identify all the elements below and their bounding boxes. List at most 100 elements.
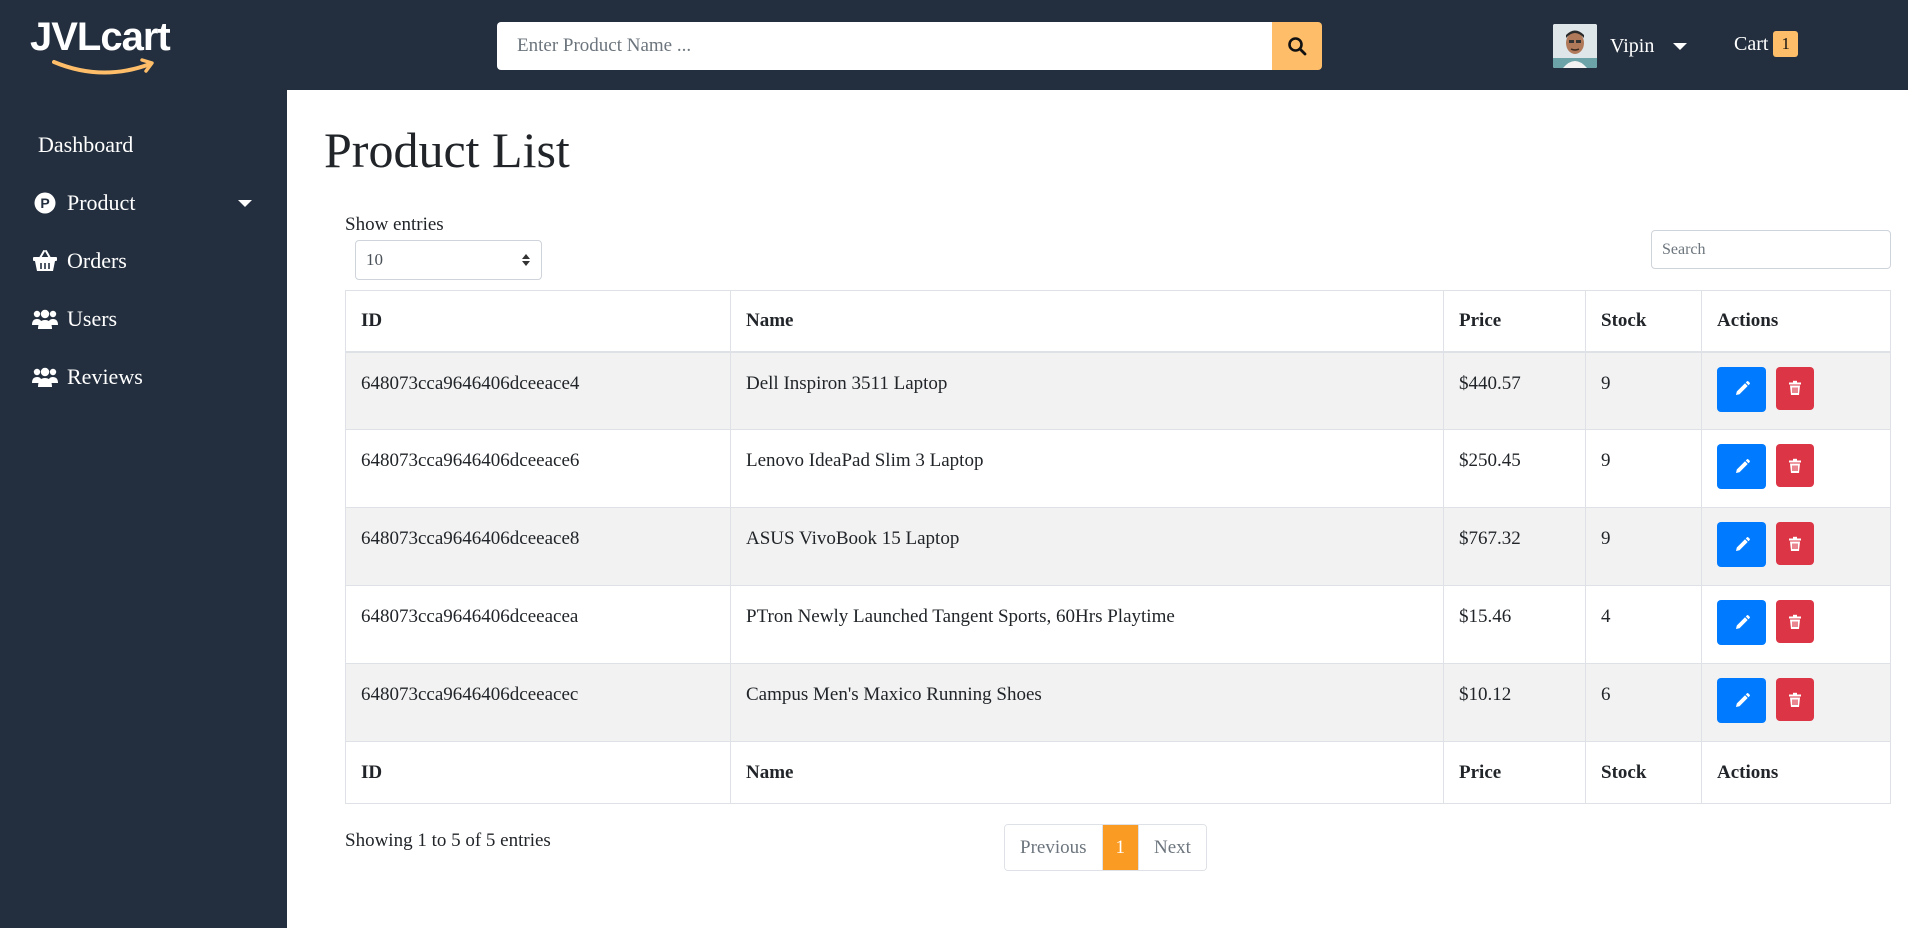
pencil-icon [1735,381,1750,395]
brand-name: JVLcart [30,15,171,59]
brand-logo[interactable]: JVLcart [30,14,200,78]
page-title: Product List [324,122,570,178]
cell-name: Lenovo IdeaPad Slim 3 Laptop [730,429,1444,508]
cell-stock: 6 [1585,663,1702,742]
trash-icon [1789,458,1801,473]
sidebar-item-orders[interactable]: Orders [32,243,252,279]
pagination-previous[interactable]: Previous [1005,825,1102,870]
edit-button[interactable] [1717,678,1766,723]
pencil-icon [1735,692,1750,707]
cell-price: $250.45 [1443,429,1586,508]
user-menu[interactable]: Vipin [1553,24,1688,68]
cart-link[interactable]: Cart 1 [1734,31,1798,57]
row-actions [1717,366,1875,412]
trash-icon [1789,692,1801,707]
column-header-stock[interactable]: Stock [1585,290,1702,353]
edit-button[interactable] [1717,522,1766,567]
user-name: Vipin [1610,34,1655,57]
table-info: Showing 1 to 5 of 5 entries [345,830,551,851]
sidebar-item-reviews[interactable]: Reviews [32,359,252,395]
pagination-next[interactable]: Next [1138,825,1206,870]
cell-id: 648073cca9646406dceeacea [345,585,731,664]
column-footer-stock: Stock [1585,741,1702,804]
sidebar-item-users[interactable]: Users [32,301,252,337]
sidebar-item-label: Product [67,190,136,215]
chevron-down-icon [1673,42,1688,50]
search-button[interactable] [1272,22,1322,70]
cell-id: 648073cca9646406dceeace8 [345,507,731,586]
column-header-name[interactable]: Name [730,290,1444,353]
cell-name: Dell Inspiron 3511 Laptop [730,351,1444,430]
product-p-icon: P [32,190,58,216]
cell-stock: 9 [1585,507,1702,586]
svg-text:P: P [40,195,49,211]
delete-button[interactable] [1776,678,1814,721]
column-header-id[interactable]: ID [345,290,731,353]
edit-button[interactable] [1717,600,1766,645]
delete-button[interactable] [1776,600,1814,643]
table-row: 648073cca9646406dceeace4 Dell Inspiron 35… [345,351,1891,430]
cell-actions [1701,351,1891,430]
table-search-input[interactable] [1651,230,1891,269]
show-entries-label: Show entries [345,214,444,235]
delete-button[interactable] [1776,366,1814,410]
row-actions [1717,444,1875,489]
table-row: 648073cca9646406dceeace8 ASUS VivoBook 15… [345,507,1891,586]
sidebar-item-dashboard[interactable]: Dashboard [38,127,258,163]
chevron-down-icon [238,200,252,207]
product-search [497,22,1322,70]
logo-smile-icon [52,58,154,75]
pencil-icon [1735,614,1750,629]
avatar [1553,24,1597,68]
delete-button[interactable] [1776,444,1814,487]
sidebar-item-product[interactable]: P Product [32,185,252,221]
cell-stock: 4 [1585,585,1702,664]
top-header: JVLcart Vipin [0,0,1908,90]
users-icon [32,306,58,332]
cell-id: 648073cca9646406dceeace4 [345,351,731,430]
cell-price: $10.12 [1443,663,1586,742]
row-actions [1717,522,1875,567]
cell-id: 648073cca9646406dceeace6 [345,429,731,508]
sidebar-item-label: Orders [67,248,127,273]
cell-name: PTron Newly Launched Tangent Sports, 60H… [730,585,1444,664]
edit-button[interactable] [1717,366,1766,412]
users-icon [32,364,58,390]
table-row: 648073cca9646406dceeace6 Lenovo IdeaPad S… [345,429,1891,508]
cell-stock: 9 [1585,351,1702,430]
cell-id: 648073cca9646406dceeacec [345,663,731,742]
sidebar-item-label: Reviews [67,364,143,389]
column-header-actions[interactable]: Actions [1701,290,1891,353]
entries-select-value: 10 [366,250,383,269]
sidebar-item-dashboard[interactable] [38,90,258,126]
basket-icon [32,248,58,274]
column-footer-name: Name [730,741,1444,804]
cell-actions [1701,663,1891,742]
delete-button[interactable] [1776,522,1814,565]
entries-select[interactable]: 10 [355,240,542,280]
column-footer-id: ID [345,741,731,804]
search-icon [1288,37,1307,56]
user-avatar-icon [1553,24,1597,68]
table-footer-row: ID Name Price Stock Actions [345,741,1891,804]
pagination: Previous 1 Next [1004,824,1207,871]
pencil-icon [1735,536,1750,551]
sidebar-item-label: Dashboard [38,132,134,157]
cell-actions [1701,507,1891,586]
trash-icon [1789,536,1801,551]
cart-label: Cart [1734,32,1769,55]
edit-button[interactable] [1717,444,1766,489]
column-header-price[interactable]: Price [1443,290,1586,353]
cart-count-badge: 1 [1773,31,1798,57]
table-row: 648073cca9646406dceeacea PTron Newly Laun… [345,585,1891,664]
cell-actions [1701,585,1891,664]
sidebar-item-label: Users [67,306,118,331]
cell-actions [1701,429,1891,508]
product-search-input[interactable] [497,22,1272,70]
pagination-page-current[interactable]: 1 [1101,825,1138,870]
pencil-icon [1735,458,1750,473]
cell-name: Campus Men's Maxico Running Shoes [730,663,1444,742]
table-row: 648073cca9646406dceeacec Campus Men's Max… [345,663,1891,742]
row-actions [1717,600,1875,645]
column-footer-actions: Actions [1701,741,1891,804]
